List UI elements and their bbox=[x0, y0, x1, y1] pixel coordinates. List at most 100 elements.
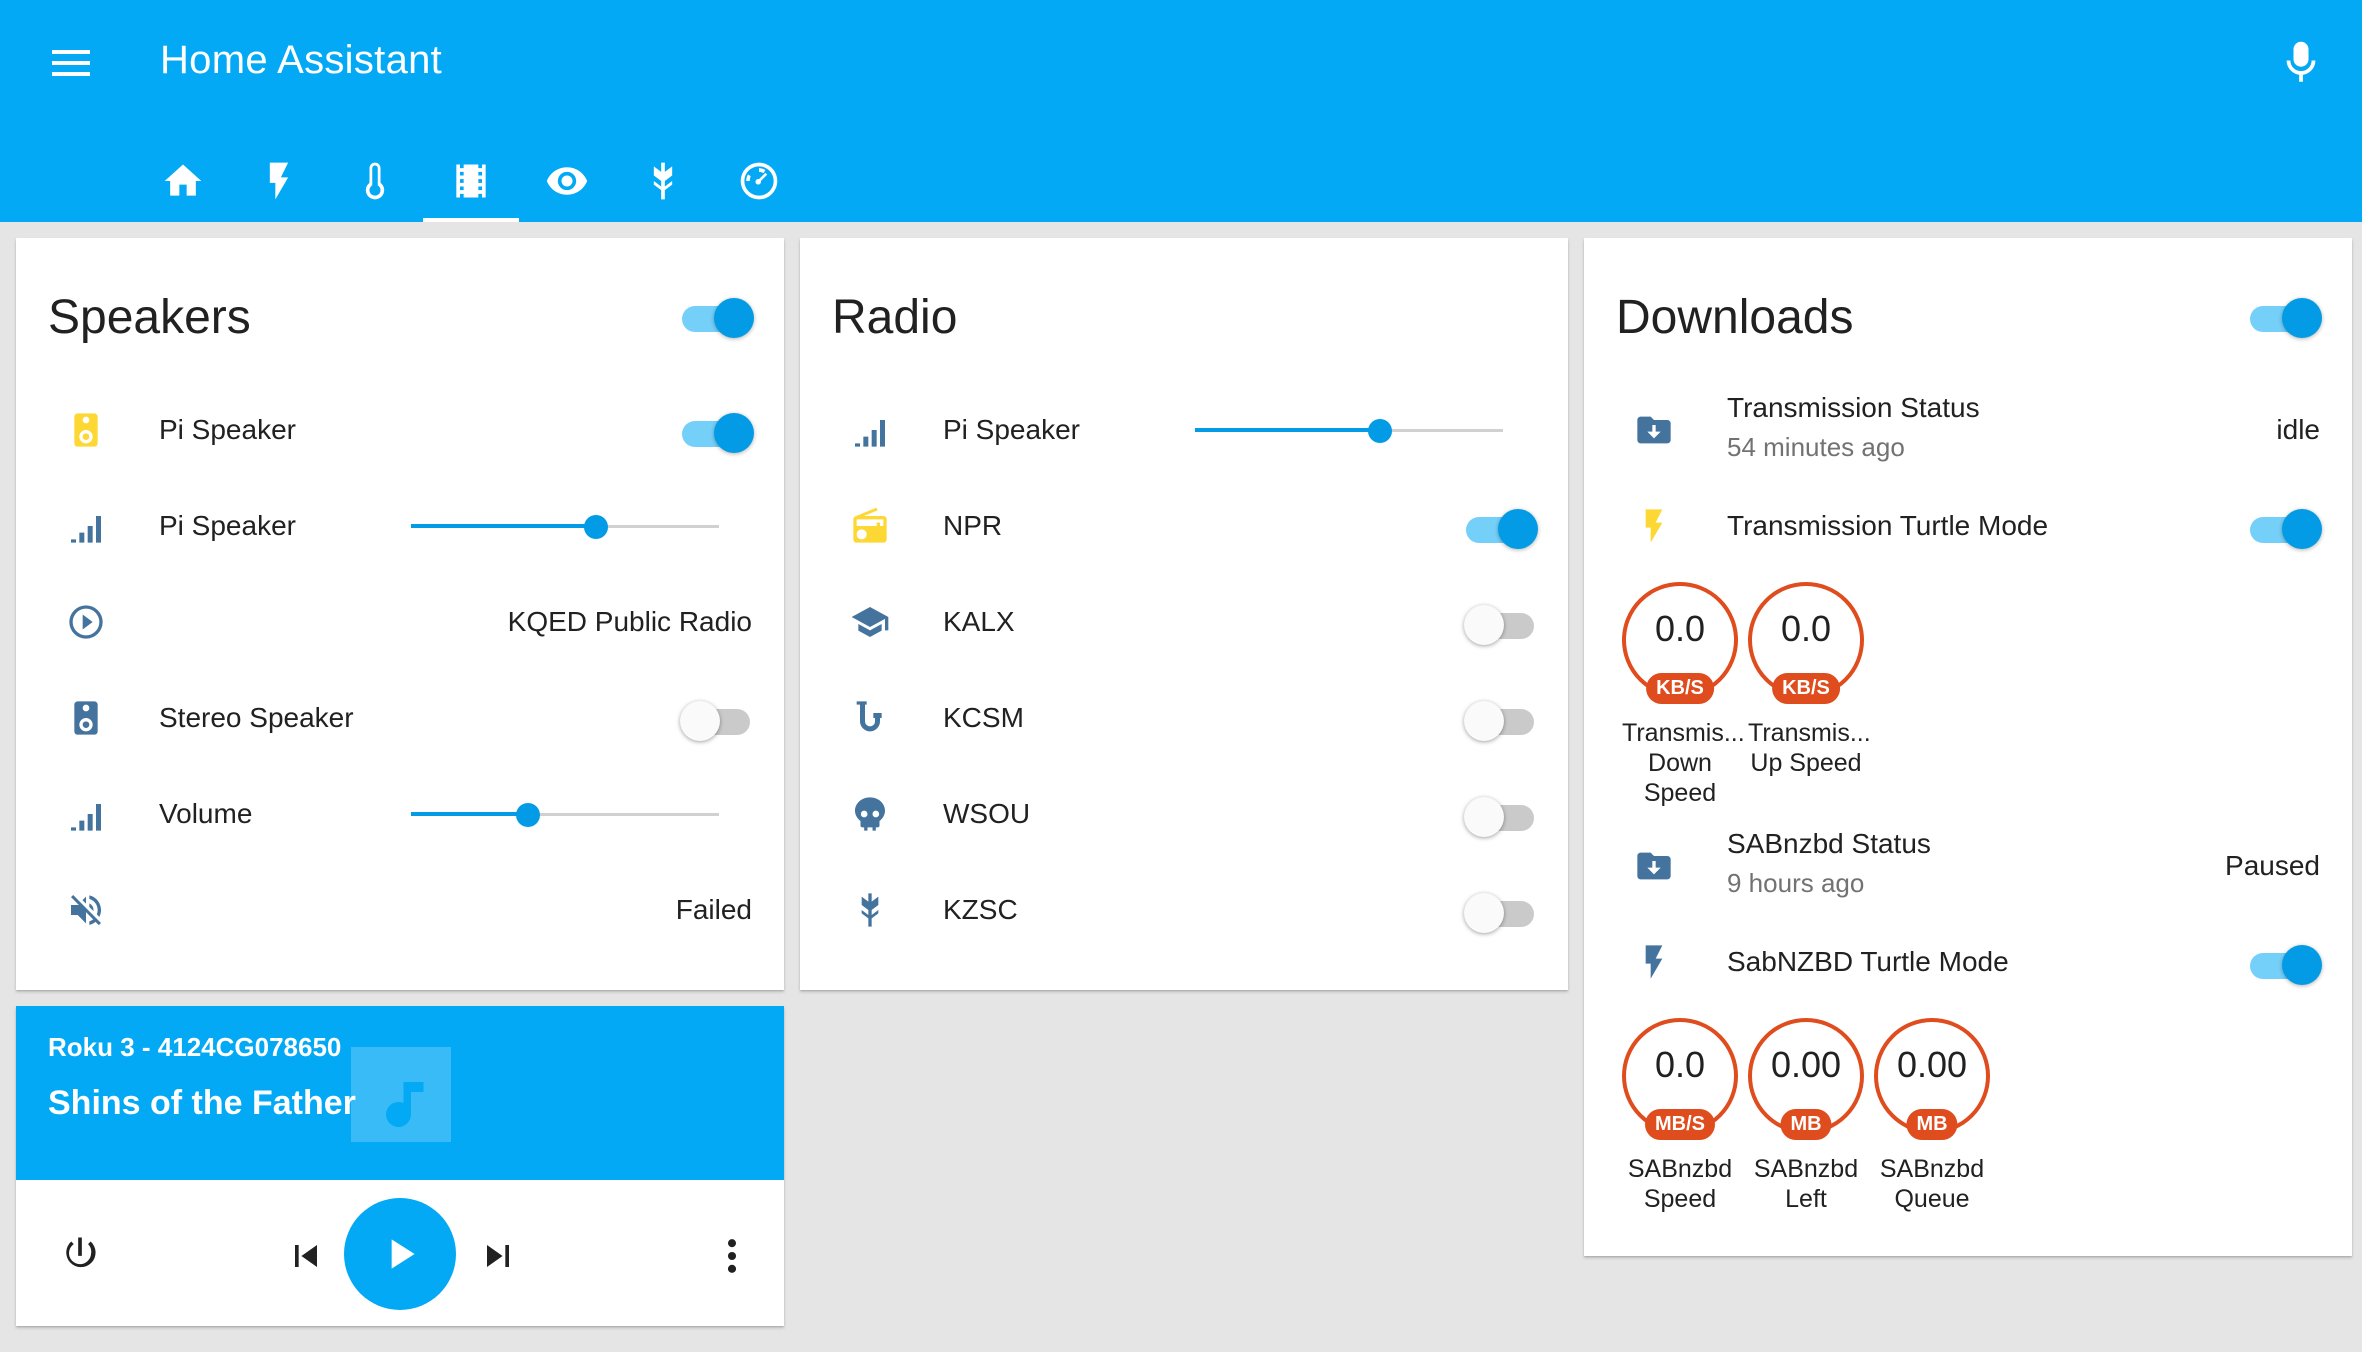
list-item: KALX bbox=[800, 574, 1568, 670]
gauge-value: 0.0 bbox=[1780, 608, 1832, 649]
skip-next-icon bbox=[487, 1245, 509, 1267]
sabnzbd-turtle-toggle[interactable] bbox=[2248, 942, 2322, 985]
tab-system[interactable] bbox=[711, 140, 807, 222]
home-icon bbox=[164, 164, 202, 196]
tab-home[interactable] bbox=[135, 140, 231, 222]
folder-download-icon bbox=[1632, 844, 1676, 888]
kzsc-toggle[interactable] bbox=[1464, 890, 1536, 933]
media-header: Roku 3 - 4124CG078650 Shins of the Fathe… bbox=[16, 1006, 784, 1180]
skull-icon bbox=[848, 792, 892, 836]
tab-energy[interactable] bbox=[231, 140, 327, 222]
entity-name: Pi Speaker bbox=[943, 414, 1080, 445]
previous-track-button[interactable] bbox=[278, 1228, 334, 1284]
gauge-unit: KB/S bbox=[1772, 673, 1840, 704]
flash-icon bbox=[1632, 940, 1676, 984]
gauge-sabnzbd-left[interactable]: 0.00 MB SABnzbd Left bbox=[1748, 1018, 1864, 1214]
speakers-group-toggle[interactable] bbox=[680, 295, 754, 338]
entity-name: NPR bbox=[943, 510, 1003, 541]
gauge-sabnzbd-queue[interactable]: 0.00 MB SABnzbd Queue bbox=[1874, 1018, 1990, 1214]
gauge-value: 0.0 bbox=[1654, 1044, 1706, 1085]
gauge-label: SABnzbd Speed bbox=[1627, 1155, 1733, 1213]
speaker-icon bbox=[64, 408, 108, 452]
downloads-group-toggle[interactable] bbox=[2248, 295, 2322, 338]
list-item: Pi Speaker bbox=[16, 478, 784, 574]
list-item: KQED Public Radio bbox=[16, 574, 784, 670]
next-track-button[interactable] bbox=[470, 1228, 526, 1284]
more-vert-icon bbox=[727, 1239, 737, 1273]
last-changed: 54 minutes ago bbox=[1727, 432, 1905, 462]
entity-name: KZSC bbox=[943, 894, 1018, 925]
npr-toggle[interactable] bbox=[1464, 506, 1538, 549]
gauge-value: 0.00 bbox=[1770, 1044, 1842, 1085]
pi-speaker-toggle[interactable] bbox=[680, 410, 754, 453]
list-item: WSOU bbox=[800, 766, 1568, 862]
wheat-icon bbox=[848, 888, 892, 932]
gauge-sabnzbd-speed[interactable]: 0.0 MB/S SABnzbd Speed bbox=[1622, 1018, 1738, 1214]
tab-garden[interactable] bbox=[615, 140, 711, 222]
list-item: Pi Speaker bbox=[800, 382, 1568, 478]
radio-card: Radio Pi Speaker NPR KALX KCSM WSOU KZSC bbox=[800, 238, 1568, 990]
pi-speaker-volume-slider[interactable] bbox=[411, 506, 719, 546]
card-title: Radio bbox=[832, 291, 958, 344]
entity-name: KCSM bbox=[943, 702, 1024, 733]
list-item: Pi Speaker bbox=[16, 382, 784, 478]
kalx-toggle[interactable] bbox=[1464, 602, 1536, 645]
gauge-unit: KB/S bbox=[1646, 673, 1714, 704]
media-title: Shins of the Father bbox=[48, 1084, 356, 1122]
school-icon bbox=[848, 600, 892, 644]
entity-name: Pi Speaker bbox=[159, 510, 296, 541]
thermometer-icon bbox=[365, 162, 385, 200]
list-item: KZSC bbox=[800, 862, 1568, 958]
gauge-unit: MB/S bbox=[1645, 1109, 1715, 1140]
flash-icon bbox=[1632, 504, 1676, 548]
media-device-name: Roku 3 - 4124CG078650 bbox=[48, 1032, 342, 1062]
volume-slider[interactable] bbox=[411, 794, 719, 834]
media-player-card: Roku 3 - 4124CG078650 Shins of the Fathe… bbox=[16, 1006, 784, 1326]
gauge-icon bbox=[740, 162, 778, 200]
list-item: SabNZBD Turtle Mode bbox=[1584, 914, 2352, 1010]
gauge-value: 0.0 bbox=[1654, 608, 1706, 649]
list-item: KCSM bbox=[800, 670, 1568, 766]
speaker-icon bbox=[64, 696, 108, 740]
list-item: Transmission Turtle Mode bbox=[1584, 478, 2352, 574]
card-title: Speakers bbox=[48, 291, 251, 344]
signal-icon bbox=[848, 408, 892, 452]
entity-name: Pi Speaker bbox=[159, 414, 296, 445]
tab-cameras[interactable] bbox=[519, 140, 615, 222]
film-icon bbox=[456, 164, 486, 198]
play-icon bbox=[391, 1239, 415, 1269]
microphone-icon[interactable] bbox=[2274, 36, 2328, 90]
entity-name: Transmission Turtle Mode bbox=[1727, 510, 2049, 541]
gauge-transmission-down[interactable]: 0.0 KB/S Transmis... Down Speed bbox=[1622, 582, 1745, 808]
entity-name: SabNZBD Turtle Mode bbox=[1727, 946, 2009, 977]
entity-name: Stereo Speaker bbox=[159, 702, 354, 733]
signal-icon bbox=[64, 504, 108, 548]
stereo-speaker-toggle[interactable] bbox=[680, 698, 752, 741]
menu-icon[interactable] bbox=[50, 42, 92, 84]
gauge-unit: MB bbox=[1906, 1109, 1958, 1140]
pi-speaker-volume-slider[interactable] bbox=[1195, 410, 1503, 450]
tab-media[interactable] bbox=[423, 140, 519, 222]
movie-art-icon bbox=[338, 1042, 464, 1152]
downloads-card: Downloads Transmission Status 54 minutes… bbox=[1584, 238, 2352, 1256]
radio-icon bbox=[848, 504, 892, 548]
entity-state: Paused bbox=[2225, 850, 2320, 881]
kcsm-toggle[interactable] bbox=[1464, 698, 1536, 741]
entity-state: KQED Public Radio bbox=[507, 606, 752, 637]
gauge-transmission-up[interactable]: 0.0 KB/S Transmis... Up Speed bbox=[1748, 582, 1871, 778]
play-button[interactable] bbox=[344, 1198, 456, 1310]
list-item: Volume bbox=[16, 766, 784, 862]
play-circle-icon bbox=[64, 600, 108, 644]
entity-name: KALX bbox=[943, 606, 1015, 637]
entity-name: SABnzbd Status bbox=[1727, 828, 1931, 859]
entity-state: Failed bbox=[675, 894, 752, 925]
transmission-turtle-toggle[interactable] bbox=[2248, 506, 2322, 549]
tab-climate[interactable] bbox=[327, 140, 423, 222]
skip-previous-icon bbox=[295, 1245, 317, 1267]
gauge-label: Transmis... Up Speed bbox=[1748, 719, 1871, 777]
wsou-toggle[interactable] bbox=[1464, 794, 1536, 837]
power-button[interactable] bbox=[52, 1226, 108, 1282]
gauge-label: SABnzbd Queue bbox=[1879, 1155, 1985, 1213]
entity-name: WSOU bbox=[943, 798, 1031, 829]
more-options-button[interactable] bbox=[704, 1228, 760, 1284]
